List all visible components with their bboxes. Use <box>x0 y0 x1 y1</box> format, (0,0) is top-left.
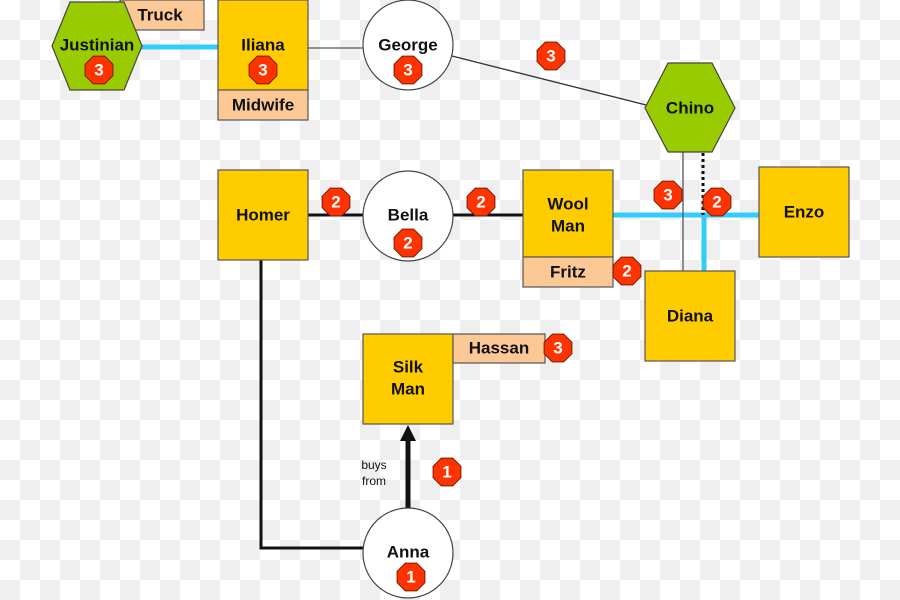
node-label: George <box>378 35 438 54</box>
node-label: Bella <box>388 205 429 224</box>
badge-number: 3 <box>663 185 672 204</box>
role-fritz-label: Fritz <box>550 262 586 281</box>
node-label: Homer <box>236 205 290 224</box>
node-diana[interactable]: Diana <box>644 270 736 362</box>
badge-number: 3 <box>94 60 103 79</box>
badge-number: 2 <box>331 192 340 211</box>
node-chino[interactable]: Chino <box>644 62 736 153</box>
node-woolman[interactable]: Wool Man Fritz <box>522 169 614 288</box>
diagram: Truck Justinian Iliana Midwife George Ch… <box>51 0 850 599</box>
node-label: Anna <box>387 542 430 561</box>
badge-chino-enzo: 2 <box>702 187 732 217</box>
edge-label-from: from <box>362 474 386 488</box>
badge-number: 2 <box>622 261 631 280</box>
square-woolman <box>522 169 614 258</box>
node-label: Justinian <box>60 35 135 54</box>
badge-number: 1 <box>406 567 415 586</box>
node-label-line2: Man <box>551 216 585 235</box>
node-label-line1: Silk <box>393 357 424 376</box>
badge-number: 2 <box>403 233 412 252</box>
badge-fritz: 2 <box>612 256 642 286</box>
badge-number: 2 <box>712 192 721 211</box>
node-label-line1: Wool <box>547 194 588 213</box>
badge-george: 3 <box>393 55 423 85</box>
role-truck-label: Truck <box>137 5 183 24</box>
node-label: Enzo <box>784 202 825 221</box>
badge-number: 3 <box>553 338 562 357</box>
node-label: Diana <box>667 306 714 325</box>
badge-chino-diana: 3 <box>653 180 683 210</box>
badge-bella-woolman: 2 <box>466 187 496 217</box>
badge-justinian: 3 <box>84 55 114 85</box>
node-label: Chino <box>666 98 714 117</box>
arrowhead-icon <box>400 425 416 441</box>
badge-george-chino: 3 <box>536 41 566 71</box>
badge-number: 3 <box>258 60 267 79</box>
node-label: Iliana <box>241 35 285 54</box>
badge-number: 3 <box>403 60 412 79</box>
badge-number: 1 <box>442 462 451 481</box>
badge-anna: 1 <box>396 562 426 592</box>
edge-label-buys: buys <box>361 458 386 472</box>
node-enzo[interactable]: Enzo <box>758 166 850 258</box>
badge-iliana: 3 <box>248 55 278 85</box>
edge-homer-anna <box>259 260 364 550</box>
node-silkman[interactable]: Silk Man Hassan <box>362 333 546 425</box>
node-label-line2: Man <box>391 379 425 398</box>
role-midwife-label: Midwife <box>232 95 294 114</box>
node-homer[interactable]: Homer <box>217 169 309 261</box>
badge-bella: 2 <box>393 228 423 258</box>
badge-number: 3 <box>546 46 555 65</box>
badge-number: 2 <box>476 192 485 211</box>
badge-anna-silkman: 1 <box>432 457 462 487</box>
badge-hassan: 3 <box>543 333 573 363</box>
badge-homer-bella: 2 <box>321 187 351 217</box>
role-hassan-label: Hassan <box>469 338 529 357</box>
